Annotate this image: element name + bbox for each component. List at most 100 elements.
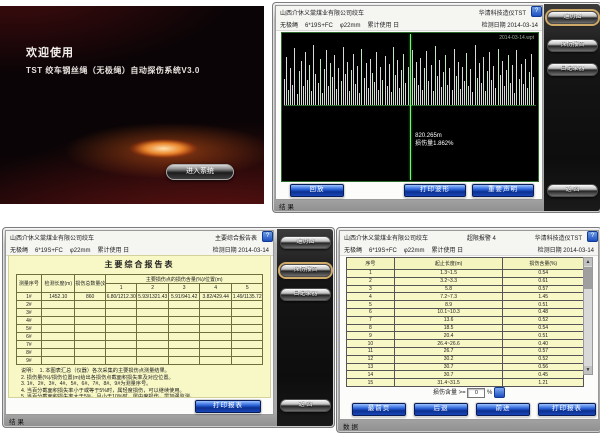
damage-row[interactable]: 23.2~3.30.61 — [347, 277, 584, 285]
scroll-down-icon[interactable]: ▼ — [584, 366, 592, 374]
col-sub-2: 2 — [137, 284, 169, 293]
spike — [353, 54, 354, 105]
spike — [382, 80, 383, 105]
cursor-damage: 损伤量1.862% — [415, 140, 453, 148]
damage-row[interactable]: 610.1~10.30.48 — [347, 308, 584, 316]
rope-info: 无极绳6*19S+FCφ22mm累计使用 日 — [10, 245, 136, 254]
filter-value-input[interactable]: 0 — [467, 388, 485, 398]
sidebar-button-report[interactable]: 探伤报告 — [280, 264, 331, 277]
sidebar-button-report[interactable]: 探伤报告 — [547, 39, 598, 52]
col-range: 起止长度(m) — [394, 258, 503, 270]
spike — [428, 81, 429, 105]
spike — [424, 68, 425, 105]
chart-cursor[interactable] — [410, 34, 411, 180]
spike — [502, 61, 503, 105]
spike — [470, 69, 471, 105]
damage-row[interactable]: 1531.4~31.51.21 — [347, 379, 584, 387]
spike — [315, 74, 316, 105]
sidebar-button-traversal[interactable]: 遍历图 — [280, 236, 331, 249]
replay-button[interactable]: 回放 — [290, 184, 344, 197]
spike — [320, 59, 321, 105]
print-list-button[interactable]: 打印报表 — [538, 403, 596, 416]
scrollbar-thumb[interactable] — [584, 267, 592, 289]
spike — [418, 85, 419, 105]
return-button[interactable]: 返 回 — [547, 184, 598, 197]
notice-button[interactable]: 重要声明 — [472, 184, 534, 197]
spike — [303, 86, 304, 105]
col-sub-1: 1 — [105, 284, 137, 293]
spike — [401, 70, 402, 105]
spike — [311, 91, 312, 105]
col-sub-5: 5 — [231, 284, 263, 293]
spike — [359, 93, 360, 105]
note-line: 1. 本图表汇总（仪器）各次采集的主要损伤点测量结果。 — [21, 368, 270, 375]
sidebar-button-log[interactable]: 日记录器 — [547, 63, 598, 76]
damage-row[interactable]: 920.40.51 — [347, 332, 584, 340]
damage-row[interactable]: 58.90.51 — [347, 301, 584, 309]
back-button[interactable]: 后退 — [414, 403, 468, 416]
spike — [452, 90, 453, 105]
spike — [477, 78, 478, 105]
sidebar-button-traversal[interactable]: 遍历图 — [547, 11, 598, 24]
damage-row[interactable]: 11.3~1.50.54 — [347, 270, 584, 278]
enter-system-button[interactable]: 进入系统 — [166, 164, 234, 180]
test-date: 检测日期 2014-03-14 — [482, 20, 538, 29]
damage-row[interactable]: 1430.70.45 — [347, 371, 584, 379]
filter-apply-button[interactable] — [494, 387, 505, 398]
spike — [391, 92, 392, 105]
system-title: TST 绞车钢丝绳（无极绳）自动探伤系统V3.0 — [26, 65, 200, 76]
col-index: 序号 — [347, 258, 395, 270]
spike — [521, 64, 522, 105]
scroll-up-icon[interactable]: ▲ — [584, 258, 592, 266]
report-header: 山西介休义棠煤业有限公司绞车 主要综合报告表 无极绳6*19S+FCφ22mm累… — [6, 231, 273, 256]
rope-info: 无极绳6*19S+FCφ22mm累计使用 日 — [280, 20, 406, 29]
col-seq: 测量序号 — [16, 275, 42, 293]
print-report-button[interactable]: 打印报表 — [195, 400, 261, 413]
help-icon[interactable]: ? — [587, 231, 598, 242]
damage-table: 序号 起止长度(m) 损伤含量(%) 11.3~1.50.5423.2~3.30… — [346, 257, 584, 387]
spike — [416, 62, 417, 105]
damage-row[interactable]: 35.80.57 — [347, 285, 584, 293]
waveform-content: 山西介休义棠煤业有限公司绞车 华清科技造仪TST 无极绳6*19S+FCφ22m… — [275, 5, 543, 200]
report-row: 4# — [16, 317, 263, 325]
damage-row[interactable]: 1026.4~26.60.40 — [347, 340, 584, 348]
damage-row[interactable]: 1126.70.57 — [347, 347, 584, 355]
report-row: 5# — [16, 325, 263, 333]
first-page-button[interactable]: 最前页 — [352, 403, 406, 416]
rope-info: 无极绳6*19S+FCφ22mm累计使用 日 — [344, 245, 470, 254]
spike — [397, 60, 398, 105]
spike — [510, 83, 511, 105]
print-wave-button[interactable]: 打印波形 — [404, 184, 466, 197]
table-scrollbar[interactable]: ▲ ▼ — [583, 257, 593, 375]
damage-row[interactable]: 818.50.54 — [347, 324, 584, 332]
spike — [385, 56, 386, 105]
spike — [506, 70, 507, 105]
spike — [483, 57, 484, 105]
spike — [523, 84, 524, 105]
spike — [512, 65, 513, 105]
spike — [336, 89, 337, 105]
damage-row[interactable]: 713.60.52 — [347, 316, 584, 324]
filter-label: 损伤含量 — [433, 390, 457, 396]
damage-row[interactable]: 1230.20.52 — [347, 355, 584, 363]
waveform-chart[interactable]: 2014-03-14.wpt 820.265m 损伤量1.862% — [281, 32, 539, 182]
forward-button[interactable]: 前进 — [476, 403, 530, 416]
help-icon[interactable]: ? — [262, 231, 273, 242]
damage-row[interactable]: 1330.70.56 — [347, 363, 584, 371]
spike — [374, 82, 375, 105]
help-icon[interactable]: ? — [531, 6, 542, 17]
spike — [378, 90, 379, 105]
spike — [468, 86, 469, 105]
spike — [504, 86, 505, 105]
spike — [479, 63, 480, 105]
alarm-count: 超限报警 4 — [467, 233, 496, 242]
spike — [349, 91, 350, 105]
sidebar-button-log[interactable]: 日记录器 — [280, 288, 331, 301]
damage-row[interactable]: 47.2~7.31.45 — [347, 293, 584, 301]
report-page: 主要综合报告表 测量序号 检测长度(m) 损伤总数量(处) 主要损伤点的损伤含量… — [8, 255, 271, 398]
spike — [290, 68, 291, 105]
return-button[interactable]: 返 回 — [280, 399, 331, 412]
spike — [498, 49, 499, 105]
note-line: 3. 1#、2#、3#、4#、5#、6#、7#、8#、9#为测量序号。 — [21, 381, 270, 388]
spike — [366, 63, 367, 105]
